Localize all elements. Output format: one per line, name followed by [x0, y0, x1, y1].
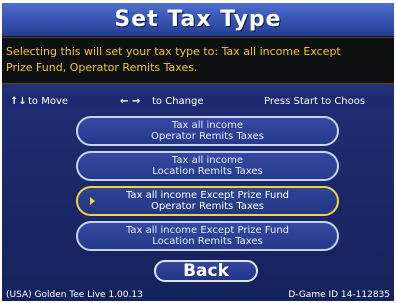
option-line-1: Tax all income Except Prize Fund [125, 190, 290, 201]
option-line-2: Operator Remits Taxes [151, 131, 264, 142]
version-text: (USA) Golden Tee Live 1.00.13 [6, 290, 143, 300]
back-button-label: Back [183, 261, 229, 281]
option-line-1: Tax all income Except Prize Fund [125, 225, 290, 236]
change-hint: to Change [152, 96, 204, 107]
option-except-prize-location[interactable]: Tax all income Except Prize Fund Locatio… [76, 221, 339, 251]
option-line-1: Tax all income [171, 120, 244, 131]
page-title-text: Set Tax Type [114, 7, 282, 32]
option-line-2: Location Remits Taxes [152, 236, 263, 247]
back-button[interactable]: Back [154, 260, 258, 282]
selection-arrow-icon [90, 197, 95, 205]
move-hint: to Move [28, 96, 69, 107]
page-title: Set Tax Type [2, 3, 394, 37]
option-tax-all-location[interactable]: Tax all income Location Remits Taxes [76, 151, 339, 181]
tax-type-screen: Set Tax Type Selecting this will set you… [2, 3, 394, 301]
start-hint: Press Start to Choos [264, 96, 366, 107]
up-down-arrows-icon: ↑↓ [10, 96, 27, 107]
option-except-prize-operator[interactable]: Tax all income Except Prize Fund Operato… [76, 186, 339, 216]
game-id-text: D-Game ID 14-112835 [288, 290, 390, 300]
option-line-1: Tax all income [171, 155, 244, 166]
left-right-arrows-icon: ← → [120, 96, 141, 107]
description-line-2: Prize Fund, Operator Remits Taxes. [6, 61, 198, 74]
option-tax-all-operator[interactable]: Tax all income Operator Remits Taxes [76, 116, 339, 146]
description-line-1: Selecting this will set your tax type to… [6, 45, 341, 58]
option-line-2: Operator Remits Taxes [151, 201, 264, 212]
controls-hint-bar: ↑↓ to Move ← → to Change Press Start to … [2, 94, 394, 109]
option-line-2: Location Remits Taxes [152, 166, 263, 177]
description-box: Selecting this will set your tax type to… [2, 37, 394, 84]
